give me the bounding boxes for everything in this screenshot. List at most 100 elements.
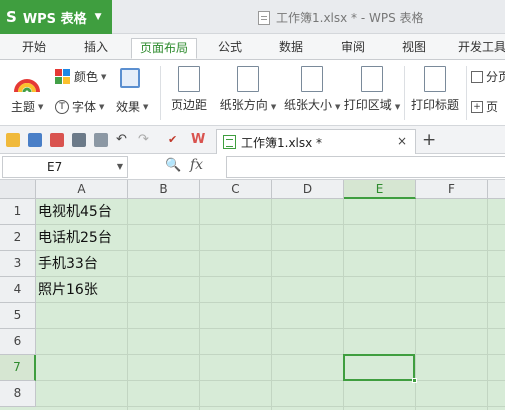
row-header-7[interactable]: 7 bbox=[0, 355, 36, 381]
column-header-g[interactable] bbox=[488, 180, 505, 199]
theme-button[interactable]: 主题 ▼ bbox=[11, 98, 43, 115]
selected-cell-e7[interactable] bbox=[343, 354, 417, 383]
tab-home[interactable]: 开始 bbox=[14, 38, 54, 59]
redo-icon[interactable]: ↷ bbox=[138, 133, 152, 147]
tab-data[interactable]: 数据 bbox=[271, 38, 311, 59]
formula-input[interactable] bbox=[226, 156, 505, 178]
theme-label: 主题 bbox=[11, 100, 36, 114]
ribbon: 主题 ▼ 颜色 ▼ T 字体 ▼ 效果 ▼ 页边距 纸张方向 ▼ 纸张大小 ▼ 打印区域 ▼ … bbox=[0, 59, 505, 126]
column-header-d[interactable]: D bbox=[272, 180, 344, 199]
print-preview-icon[interactable] bbox=[94, 133, 108, 147]
orientation-icon bbox=[237, 66, 259, 92]
paper-size-button[interactable]: 纸张大小 ▼ bbox=[284, 66, 340, 113]
row-header-6[interactable]: 6 bbox=[0, 329, 36, 355]
window-title: 工作簿1.xlsx * - WPS 表格 bbox=[258, 9, 424, 26]
function-icon[interactable]: fx bbox=[190, 157, 203, 173]
page-setup-icon: + bbox=[471, 100, 483, 113]
row-header-3[interactable]: 3 bbox=[0, 251, 36, 277]
margins-icon bbox=[178, 66, 200, 92]
export-pdf-icon[interactable] bbox=[50, 133, 64, 147]
tab-review[interactable]: 审阅 bbox=[333, 38, 373, 59]
new-tab-button[interactable]: + bbox=[422, 130, 436, 150]
app-menu-button[interactable]: S WPS 表格 ▼ bbox=[0, 0, 112, 34]
page-break-button[interactable]: 分页 bbox=[471, 68, 505, 85]
column-header-a[interactable]: A bbox=[36, 180, 128, 199]
wps-w-icon[interactable]: W bbox=[191, 133, 205, 147]
page-setup-button[interactable]: + 页 bbox=[471, 98, 498, 115]
grid-line bbox=[36, 380, 505, 381]
colors-label: 颜色 bbox=[74, 70, 99, 84]
tab-developer[interactable]: 开发工具 bbox=[452, 38, 505, 59]
chevron-down-icon: ▼ bbox=[270, 103, 277, 111]
grid-line bbox=[487, 199, 488, 410]
font-icon: T bbox=[55, 99, 69, 114]
cell-a3[interactable]: 手机33台 bbox=[38, 251, 98, 277]
cell-a1[interactable]: 电视机45台 bbox=[38, 199, 112, 225]
print-titles-icon bbox=[424, 66, 446, 92]
spreadsheet-icon bbox=[223, 135, 236, 149]
grid-line bbox=[36, 354, 505, 355]
document-icon bbox=[258, 10, 270, 25]
print-titles-label: 打印标题 bbox=[410, 98, 459, 112]
ribbon-divider bbox=[466, 66, 467, 120]
tab-page-layout[interactable]: 页面布局 bbox=[131, 38, 197, 59]
effects-square-icon bbox=[120, 68, 140, 88]
save-icon[interactable] bbox=[28, 133, 42, 147]
page-break-icon bbox=[471, 70, 483, 83]
wps-logo-icon: S bbox=[6, 8, 17, 26]
orientation-label: 纸张方向 bbox=[219, 98, 268, 112]
spreadsheet-grid[interactable]: A B C D E F 1 2 3 4 5 6 7 8 电视机45台 电话机25… bbox=[0, 180, 505, 410]
row-header-4[interactable]: 4 bbox=[0, 277, 36, 303]
margins-button[interactable]: 页边距 bbox=[169, 66, 209, 113]
fonts-label: 字体 bbox=[72, 100, 97, 114]
row-header-8[interactable]: 8 bbox=[0, 381, 36, 407]
fill-handle[interactable] bbox=[412, 378, 417, 383]
close-tab-icon[interactable]: × bbox=[397, 134, 407, 148]
tab-view[interactable]: 视图 bbox=[394, 38, 434, 59]
row-header-1[interactable]: 1 bbox=[0, 199, 36, 225]
chevron-down-icon: ▼ bbox=[335, 103, 341, 111]
zoom-search-icon[interactable]: 🔍 bbox=[165, 158, 181, 173]
tab-formulas[interactable]: 公式 bbox=[210, 38, 250, 59]
color-palette-icon bbox=[55, 69, 70, 84]
effects-icon[interactable] bbox=[120, 68, 140, 88]
customize-toolbar-icon[interactable]: ✔ bbox=[168, 133, 182, 147]
name-box-value: E7 bbox=[47, 160, 63, 174]
cell-a4[interactable]: 照片16张 bbox=[38, 277, 98, 303]
fonts-button[interactable]: T 字体 ▼ bbox=[55, 98, 104, 115]
name-box[interactable]: E7 ▼ bbox=[2, 156, 128, 178]
column-header-b[interactable]: B bbox=[128, 180, 200, 199]
page-setup-label: 页 bbox=[486, 100, 499, 114]
title-bar: S WPS 表格 ▼ 工作簿1.xlsx * - WPS 表格 bbox=[0, 0, 505, 34]
grid-line bbox=[127, 199, 128, 410]
rainbow-icon bbox=[14, 79, 40, 93]
row-header-2[interactable]: 2 bbox=[0, 225, 36, 251]
ribbon-divider bbox=[160, 66, 161, 120]
column-header-c[interactable]: C bbox=[200, 180, 272, 199]
column-header-e[interactable]: E bbox=[344, 180, 416, 199]
chevron-down-icon: ▼ bbox=[394, 103, 401, 111]
grid-line bbox=[36, 302, 505, 303]
document-tab[interactable]: 工作簿1.xlsx * × bbox=[216, 129, 416, 154]
window-title-text: 工作簿1.xlsx * - WPS 表格 bbox=[276, 11, 424, 25]
print-titles-button[interactable]: 打印标题 bbox=[410, 66, 460, 113]
orientation-button[interactable]: 纸张方向 ▼ bbox=[216, 66, 280, 113]
colors-button[interactable]: 颜色 ▼ bbox=[55, 68, 106, 85]
open-folder-icon[interactable] bbox=[6, 133, 20, 147]
effects-label: 效果 bbox=[116, 100, 141, 114]
chevron-down-icon[interactable]: ▼ bbox=[117, 157, 123, 177]
print-area-icon bbox=[361, 66, 383, 92]
grid-line bbox=[36, 406, 505, 407]
chevron-down-icon: ▼ bbox=[143, 102, 149, 111]
cell-a2[interactable]: 电话机25台 bbox=[38, 225, 112, 251]
select-all-corner[interactable] bbox=[0, 180, 36, 199]
print-area-button[interactable]: 打印区域 ▼ bbox=[342, 66, 402, 113]
tab-insert[interactable]: 插入 bbox=[76, 38, 116, 59]
effects-button[interactable]: 效果 ▼ bbox=[116, 98, 148, 115]
row-header-5[interactable]: 5 bbox=[0, 303, 36, 329]
print-icon[interactable] bbox=[72, 133, 86, 147]
theme-icon[interactable] bbox=[14, 68, 40, 94]
column-header-f[interactable]: F bbox=[416, 180, 488, 199]
undo-icon[interactable]: ↶ bbox=[116, 133, 130, 147]
grid-line bbox=[199, 199, 200, 410]
